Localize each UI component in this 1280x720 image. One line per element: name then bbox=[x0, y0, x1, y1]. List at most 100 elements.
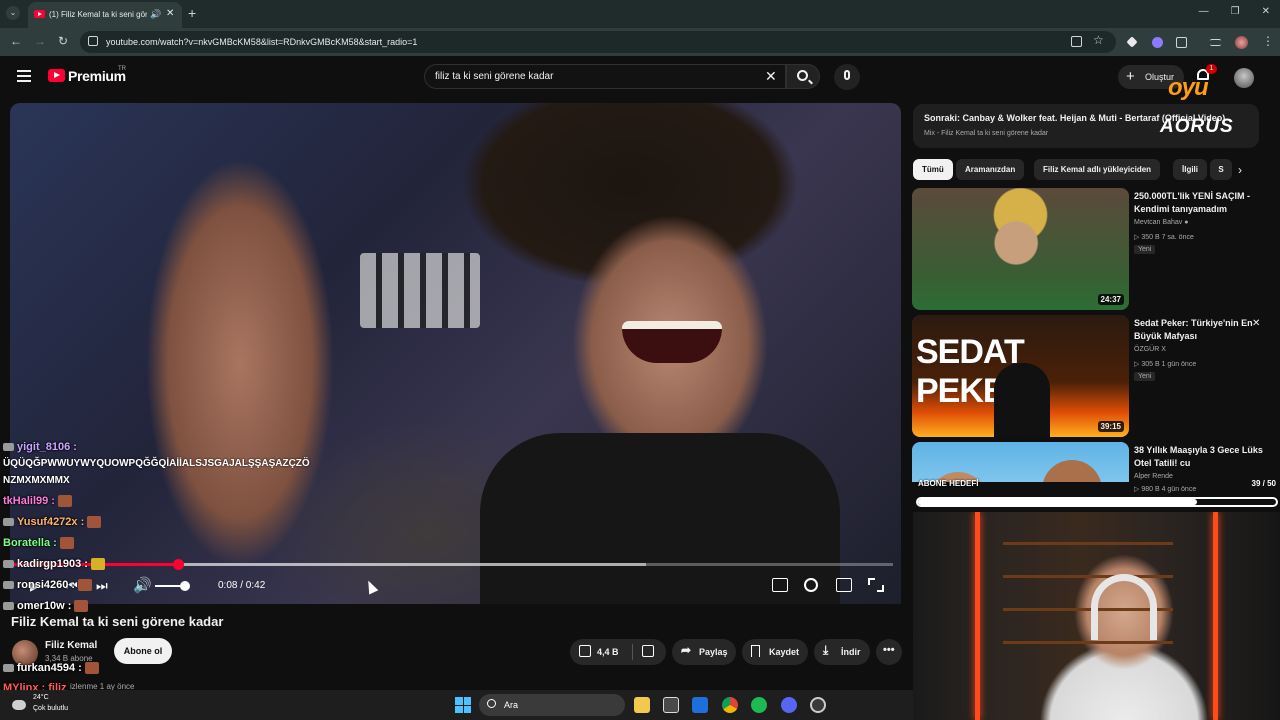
site-info-icon[interactable] bbox=[88, 36, 98, 46]
chat-line: kadirgp1903 : bbox=[3, 558, 105, 571]
new-tab-button[interactable]: + bbox=[188, 5, 196, 21]
window-controls: — ❐ ✕ bbox=[1199, 6, 1270, 17]
like-count[interactable]: 4,4 B bbox=[597, 647, 619, 657]
volume-handle[interactable] bbox=[180, 581, 190, 591]
subtitles-icon[interactable] bbox=[772, 578, 788, 592]
reload-icon[interactable]: ↻ bbox=[58, 34, 68, 48]
close-window-icon[interactable]: ✕ bbox=[1262, 6, 1270, 17]
subscriber-goal-widget: ABONE HEDEFİ 39 / 50 bbox=[913, 474, 1280, 512]
video-player[interactable] bbox=[10, 103, 901, 604]
clear-search-icon[interactable]: ✕ bbox=[765, 68, 777, 85]
chat-badge-icon bbox=[3, 581, 14, 590]
file-explorer-icon[interactable] bbox=[634, 697, 650, 713]
scrubber-handle[interactable] bbox=[172, 559, 184, 570]
theater-mode-icon[interactable] bbox=[836, 578, 852, 592]
chip-from-search[interactable]: Aramanızdan bbox=[956, 159, 1025, 180]
store-icon[interactable] bbox=[663, 697, 679, 713]
chip-from-uploader[interactable]: Filiz Kemal adlı yükleyiciden bbox=[1034, 159, 1161, 180]
led-strip bbox=[1213, 512, 1218, 720]
chat-line: furkan4594 : bbox=[3, 662, 99, 675]
chat-emote-icon bbox=[90, 558, 105, 571]
chip-truncated[interactable]: S bbox=[1210, 159, 1232, 180]
weather-temp: 24°C bbox=[33, 694, 49, 701]
media-control-icon[interactable] bbox=[1210, 39, 1221, 46]
like-dislike-group: 4,4 B bbox=[570, 639, 666, 665]
hamburger-menu-icon[interactable] bbox=[17, 70, 31, 82]
channel-name[interactable]: Filiz Kemal bbox=[45, 640, 97, 651]
profile-avatar-icon[interactable] bbox=[1235, 36, 1248, 49]
account-avatar[interactable] bbox=[1234, 68, 1254, 88]
recommendation-title[interactable]: 38 Yıllık Maaşıyla 3 Gece Lüks Otel Tati… bbox=[1134, 444, 1264, 470]
goal-label: ABONE HEDEFİ bbox=[918, 479, 979, 488]
minimize-icon[interactable]: — bbox=[1199, 6, 1209, 17]
download-button[interactable]: ⤓ İndir bbox=[814, 639, 870, 665]
search-query: filiz ta ki seni görene kadar bbox=[435, 71, 554, 82]
weather-condition: Çok bulutlu bbox=[33, 705, 69, 712]
recommendation-card[interactable]: SEDAT PEKER 39:15 Sedat Peker: Türkiye'n… bbox=[912, 315, 1272, 439]
search-input[interactable]: filiz ta ki seni görene kadar ✕ bbox=[424, 64, 786, 89]
next-icon[interactable]: ⏭ bbox=[96, 578, 108, 594]
recommendation-title[interactable]: 250.000TL'lik YENİ SAÇIM - Kendimi tanıy… bbox=[1134, 190, 1264, 216]
share-label: Paylaş bbox=[699, 647, 728, 657]
search-button[interactable] bbox=[786, 64, 820, 89]
progress-bar[interactable] bbox=[10, 559, 893, 570]
recommendation-channel[interactable]: ÖZGÜR X bbox=[1134, 346, 1166, 353]
stream-brand-logo: oyu bbox=[1168, 74, 1209, 101]
taskbar-search[interactable]: Ara bbox=[479, 694, 625, 716]
save-button[interactable]: Kaydet bbox=[742, 639, 808, 665]
forward-icon[interactable]: → bbox=[34, 34, 46, 48]
more-actions-button[interactable]: ••• bbox=[876, 639, 902, 665]
install-app-icon[interactable] bbox=[1071, 36, 1082, 47]
extensions-puzzle-icon[interactable] bbox=[1176, 37, 1187, 48]
browser-tab-active[interactable]: (1) Filiz Kemal ta ki seni göre 🔊 ✕ bbox=[28, 2, 182, 28]
restore-icon[interactable]: ❐ bbox=[1231, 6, 1240, 17]
address-url: youtube.com/watch?v=nkvGMBcKM58&list=RDn… bbox=[106, 37, 418, 47]
video-title: Filiz Kemal ta ki seni görene kadar bbox=[11, 614, 224, 629]
chip-related[interactable]: İlgili bbox=[1173, 159, 1207, 180]
chat-user: Boratella : bbox=[3, 537, 57, 549]
mail-icon[interactable] bbox=[692, 697, 708, 713]
recommendation-title[interactable]: Sedat Peker: Türkiye'nin En Büyük Mafyas… bbox=[1134, 317, 1264, 343]
extension-diamond-icon[interactable] bbox=[1126, 36, 1138, 48]
taskbar-search-label: Ara bbox=[504, 700, 519, 710]
search-icon bbox=[487, 699, 496, 708]
chrome-icon[interactable] bbox=[722, 697, 738, 713]
chat-badge-icon bbox=[3, 602, 14, 611]
tab-search-menu-icon[interactable]: ⌄ bbox=[6, 6, 20, 20]
app-icon[interactable] bbox=[810, 697, 826, 713]
chat-message: ÜQÜQĞPWWUYWYQUOWPQĞĞQİAİİALSJSGAJALŞŞAŞA… bbox=[3, 458, 310, 469]
volume-slider[interactable] bbox=[155, 581, 190, 591]
voice-search-button[interactable] bbox=[834, 64, 860, 90]
bookmark-star-icon[interactable]: ☆ bbox=[1093, 33, 1104, 47]
discord-icon[interactable] bbox=[781, 697, 797, 713]
back-icon[interactable]: ← bbox=[10, 34, 22, 48]
tab-title: (1) Filiz Kemal ta ki seni göre bbox=[49, 10, 147, 19]
volume-icon[interactable]: 🔊 bbox=[133, 576, 152, 594]
video-duration: 39:15 bbox=[1097, 421, 1124, 432]
region-code: TR bbox=[118, 66, 126, 72]
browser-menu-icon[interactable]: ⋮ bbox=[1262, 34, 1274, 48]
extension-purple-icon[interactable] bbox=[1152, 37, 1163, 48]
subscribe-button[interactable]: Abone ol bbox=[114, 638, 172, 664]
spotify-icon[interactable] bbox=[751, 697, 767, 713]
address-bar[interactable]: youtube.com/watch?v=nkvGMBcKM58&list=RDn… bbox=[80, 31, 1116, 53]
fullscreen-icon[interactable] bbox=[868, 578, 884, 592]
recommendation-channel[interactable]: Mevtcan Bahav ● bbox=[1134, 219, 1188, 226]
dislike-thumb-icon[interactable] bbox=[642, 645, 654, 657]
video-thumbnail[interactable]: SEDAT PEKER 39:15 bbox=[912, 315, 1129, 437]
share-button[interactable]: ➦ Paylaş bbox=[672, 639, 736, 665]
like-thumb-icon[interactable] bbox=[579, 645, 591, 657]
settings-gear-icon[interactable] bbox=[804, 578, 818, 592]
windows-start-icon[interactable] bbox=[455, 697, 471, 713]
share-arrow-icon: ➦ bbox=[681, 643, 692, 657]
chat-emote-icon bbox=[87, 516, 102, 529]
recommendation-meta: ▷ 305 B 1 gün önce bbox=[1134, 361, 1197, 368]
chips-next-icon[interactable]: › bbox=[1238, 163, 1242, 177]
audio-playing-icon[interactable]: 🔊 bbox=[150, 9, 161, 20]
video-thumbnail[interactable]: 24:37 bbox=[912, 188, 1129, 310]
close-tab-icon[interactable]: ✕ bbox=[166, 8, 174, 19]
chat-emote-icon bbox=[59, 537, 74, 550]
recommendation-card[interactable]: 24:37 250.000TL'lik YENİ SAÇIM - Kendimi… bbox=[912, 188, 1272, 312]
chip-all[interactable]: Tümü bbox=[913, 159, 953, 180]
chat-user: Yusuf4272x : bbox=[17, 516, 85, 528]
